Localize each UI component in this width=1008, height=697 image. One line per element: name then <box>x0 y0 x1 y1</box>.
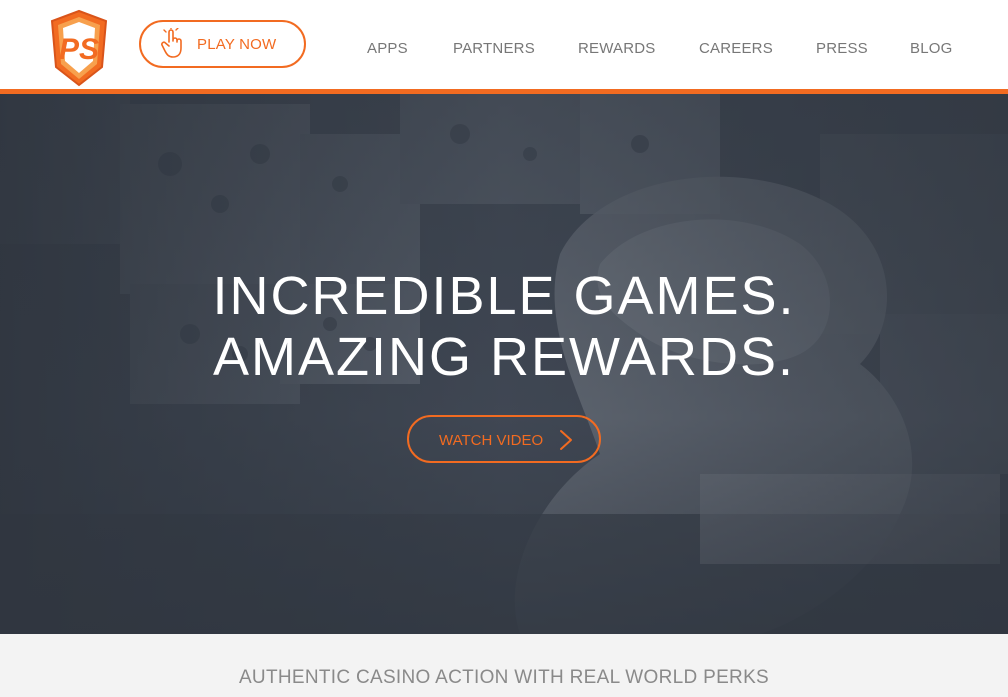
hero-title-line2: AMAZING REWARDS. <box>212 327 796 387</box>
watch-video-button[interactable]: WATCH VIDEO <box>407 415 601 463</box>
nav-item-rewards[interactable]: REWARDS <box>578 40 656 57</box>
watch-video-label: WATCH VIDEO <box>439 432 544 449</box>
chevron-right-icon <box>559 429 573 451</box>
hero-section: INCREDIBLE GAMES. AMAZING REWARDS. WATCH… <box>0 94 1008 634</box>
nav-item-careers[interactable]: CAREERS <box>699 40 773 57</box>
tagline-strip: AUTHENTIC CASINO ACTION WITH REAL WORLD … <box>0 634 1008 697</box>
nav-item-apps[interactable]: APPS <box>367 40 408 57</box>
hero-title-line1: INCREDIBLE GAMES. <box>212 266 796 326</box>
tagline-text: AUTHENTIC CASINO ACTION WITH REAL WORLD … <box>238 667 770 688</box>
nav-item-partners[interactable]: PARTNERS <box>453 40 535 57</box>
nav-item-blog[interactable]: BLOG <box>910 40 952 57</box>
main-nav: APPS PARTNERS REWARDS CAREERS PRESS BLOG <box>0 40 1008 60</box>
hero-title: INCREDIBLE GAMES. AMAZING REWARDS. <box>0 266 1008 388</box>
nav-item-press[interactable]: PRESS <box>816 40 868 57</box>
site-header: PS PLAY NOW APPS PARTNERS REWARDS CAREER… <box>0 0 1008 89</box>
